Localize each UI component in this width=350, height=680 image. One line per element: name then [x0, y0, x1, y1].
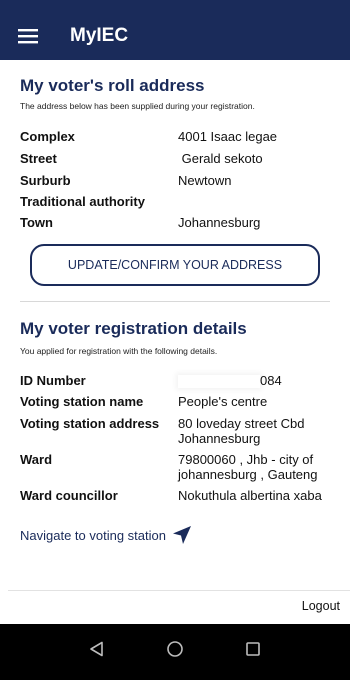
section-divider: [20, 301, 330, 302]
id-number-value: 084: [178, 373, 340, 389]
field-value: Gerald sekoto: [178, 151, 263, 166]
field-label: Traditional authority: [20, 194, 145, 209]
status-bar: [0, 0, 350, 12]
field-value: 4001 Isaac legae: [178, 129, 278, 144]
hamburger-menu-icon: [18, 29, 38, 44]
home-button[interactable]: [160, 634, 190, 664]
registration-title: My voter registration details: [20, 319, 247, 338]
field-value: Nokuthula albertina xaba: [178, 488, 322, 503]
back-button[interactable]: [82, 634, 112, 664]
recents-square-icon: [246, 642, 260, 656]
home-circle-icon: [167, 641, 183, 657]
field-value: Newtown: [178, 173, 232, 188]
field-value: People's centre: [178, 394, 268, 409]
app-bar: MyIEC: [0, 12, 350, 60]
registration-subtitle: You applied for registration with the fo…: [20, 346, 218, 356]
field-label: Voting station address: [20, 416, 160, 431]
field-value: 79800060 , Jhb - city of johannesburg , …: [178, 452, 318, 482]
roll-address-title: My voter's roll address: [20, 76, 205, 95]
redacted-block: [178, 375, 260, 389]
field-label: Town: [20, 215, 53, 230]
field-label: Surburb: [20, 173, 71, 188]
logout-button[interactable]: Logout: [302, 599, 340, 613]
system-navigation-bar: [0, 624, 350, 680]
update-confirm-address-button[interactable]: UPDATE/CONFIRM YOUR ADDRESS: [30, 244, 320, 286]
navigate-to-voting-station-link[interactable]: Navigate to voting station: [20, 525, 192, 545]
field-value: Johannesburg: [178, 215, 261, 230]
app-title: MyIEC: [70, 25, 129, 46]
menu-button[interactable]: [0, 12, 56, 60]
navigation-arrow-icon: [172, 526, 191, 544]
recents-button[interactable]: [238, 634, 268, 664]
back-triangle-icon: [90, 641, 103, 657]
field-label: Ward: [20, 452, 53, 467]
field-label: Complex: [20, 129, 75, 144]
footer-divider: [8, 590, 350, 591]
field-label: Street: [20, 151, 57, 166]
field-label: Voting station name: [20, 394, 144, 409]
field-label: ID Number: [20, 373, 86, 388]
roll-address-subtitle: The address below has been supplied duri…: [20, 101, 255, 111]
field-label: Ward councillor: [20, 488, 118, 503]
field-value: 80 loveday street Cbd Johannesburg: [178, 416, 305, 446]
navigate-link-label: Navigate to voting station: [20, 527, 166, 543]
